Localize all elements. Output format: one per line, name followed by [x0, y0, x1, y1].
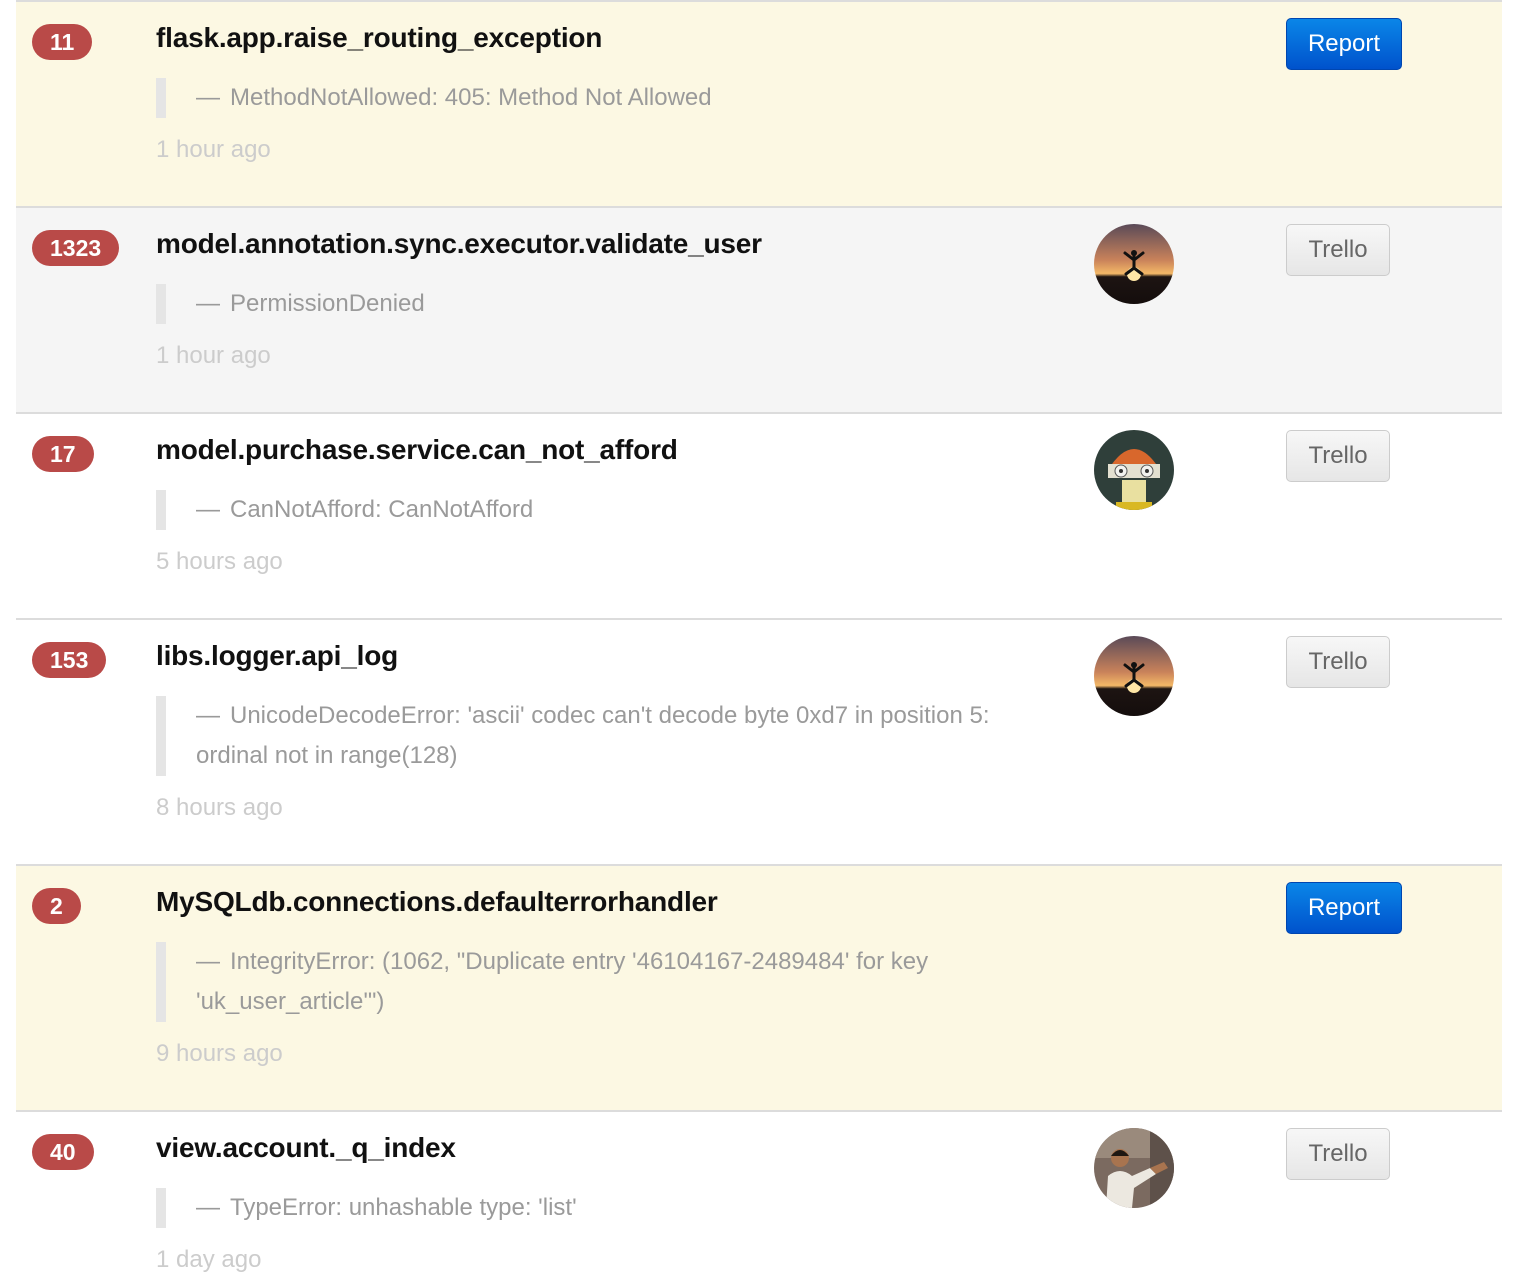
sunset-jump-avatar[interactable] [1094, 636, 1174, 716]
timestamp: 9 hours ago [156, 1040, 283, 1067]
timestamp: 8 hours ago [156, 794, 283, 821]
error-row[interactable]: 153 libs.logger.api_log — UnicodeDecodeEr… [16, 618, 1502, 864]
error-title[interactable]: libs.logger.api_log [156, 640, 398, 672]
error-message: — MethodNotAllowed: 405: Method Not Allow… [156, 78, 1016, 118]
count-badge: 2 [32, 888, 81, 924]
error-title[interactable]: flask.app.raise_routing_exception [156, 22, 602, 54]
error-row[interactable]: 40 view.account._q_index — TypeError: unh… [16, 1110, 1502, 1278]
count-badge: 11 [32, 24, 93, 60]
error-message: — TypeError: unhashable type: 'list' [156, 1188, 1016, 1228]
error-message: — PermissionDenied [156, 284, 1016, 324]
message-text: TypeError: unhashable type: 'list' [230, 1194, 577, 1221]
message-text: MethodNotAllowed: 405: Method Not Allowe… [230, 84, 712, 111]
count-badge: 40 [32, 1134, 94, 1170]
message-dash: — [196, 290, 220, 317]
trello-button[interactable]: Trello [1286, 224, 1390, 276]
message-text: CanNotAfford: CanNotAfford [230, 496, 534, 523]
report-button[interactable]: Report [1286, 882, 1402, 934]
message-dash: — [196, 84, 220, 111]
message-text: IntegrityError: (1062, "Duplicate entry … [196, 948, 929, 1015]
count-badge: 1323 [32, 230, 120, 266]
error-message: — UnicodeDecodeError: 'ascii' codec can't… [156, 696, 1016, 776]
error-title[interactable]: MySQLdb.connections.defaulterrorhandler [156, 886, 718, 918]
error-message: — IntegrityError: (1062, "Duplicate entry… [156, 942, 1016, 1022]
error-list: 11 flask.app.raise_routing_exception — Me… [16, 0, 1502, 1278]
message-dash: — [196, 948, 220, 975]
timestamp: 1 hour ago [156, 342, 271, 369]
timestamp: 1 hour ago [156, 136, 271, 163]
person-photo-avatar[interactable] [1094, 1128, 1174, 1208]
report-button[interactable]: Report [1286, 18, 1402, 70]
trello-button[interactable]: Trello [1286, 1128, 1390, 1180]
timestamp: 1 day ago [156, 1246, 262, 1273]
error-title[interactable]: model.annotation.sync.executor.validate_… [156, 228, 762, 260]
trello-button[interactable]: Trello [1286, 430, 1390, 482]
sunset-jump-avatar[interactable] [1094, 224, 1174, 304]
count-badge: 17 [32, 436, 94, 472]
error-row[interactable]: 17 model.purchase.service.can_not_afford… [16, 412, 1502, 618]
error-row[interactable]: 1323 model.annotation.sync.executor.vali… [16, 206, 1502, 412]
message-dash: — [196, 702, 220, 729]
error-row[interactable]: 11 flask.app.raise_routing_exception — Me… [16, 0, 1502, 206]
error-title[interactable]: model.purchase.service.can_not_afford [156, 434, 678, 466]
error-row[interactable]: 2 MySQLdb.connections.defaulterrorhandle… [16, 864, 1502, 1110]
message-text: UnicodeDecodeError: 'ascii' codec can't … [196, 702, 990, 769]
robot-avatar[interactable] [1094, 430, 1174, 510]
timestamp: 5 hours ago [156, 548, 283, 575]
message-dash: — [196, 1194, 220, 1221]
trello-button[interactable]: Trello [1286, 636, 1390, 688]
error-title[interactable]: view.account._q_index [156, 1132, 456, 1164]
count-badge: 153 [32, 642, 107, 678]
error-message: — CanNotAfford: CanNotAfford [156, 490, 1016, 530]
message-dash: — [196, 496, 220, 523]
message-text: PermissionDenied [230, 290, 425, 317]
